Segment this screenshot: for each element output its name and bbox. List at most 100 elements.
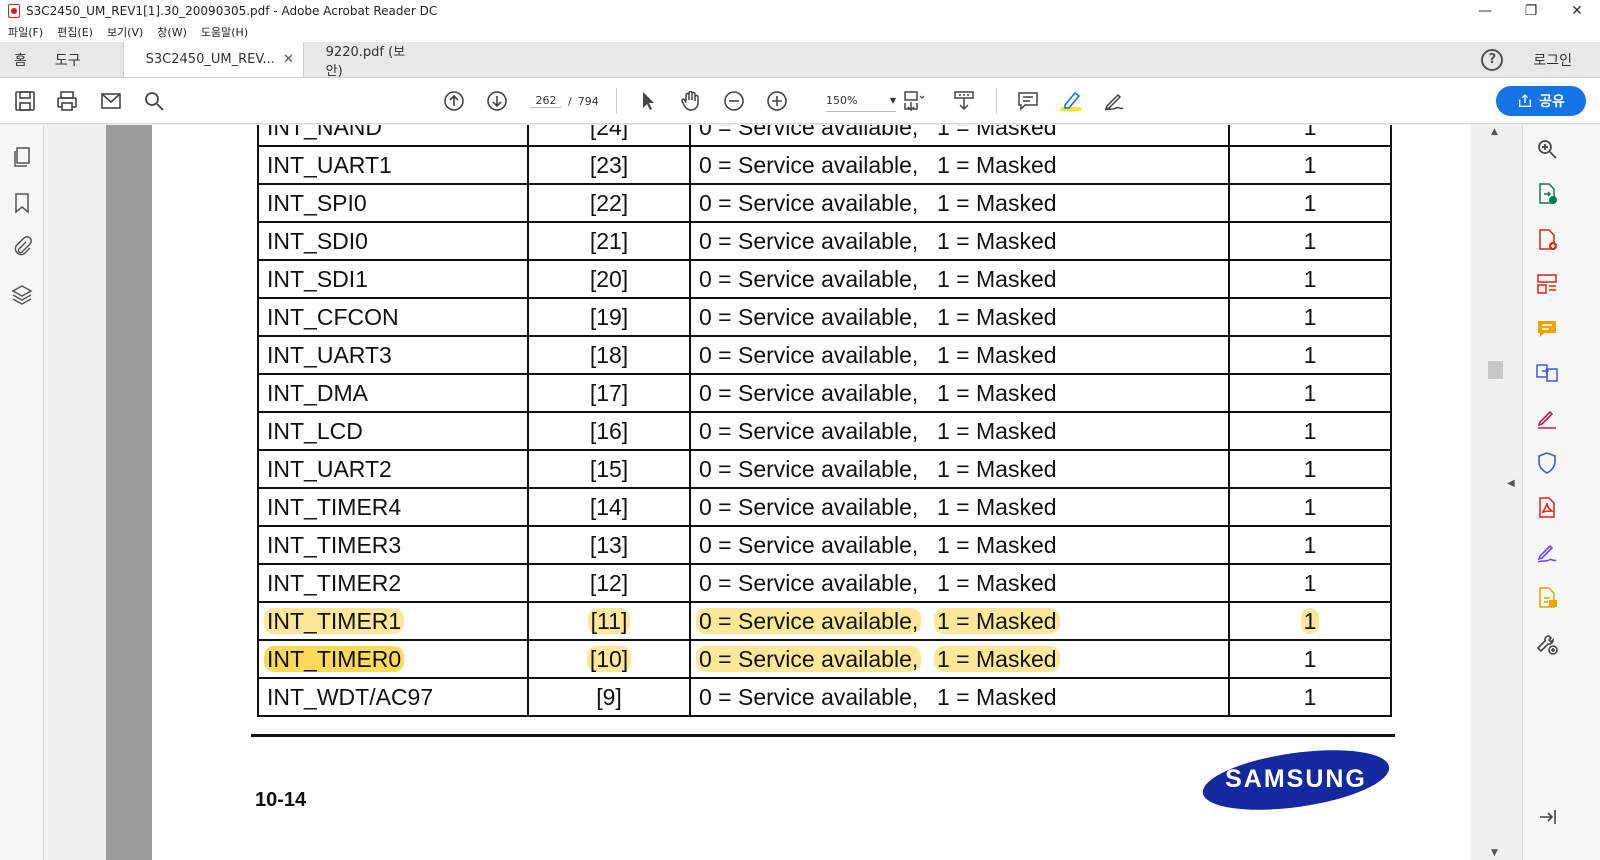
table-cell-interrupt-name: INT_SDI1	[257, 259, 529, 299]
table-cell-interrupt-name: INT_DMA	[257, 373, 529, 413]
collapse-tools-pane-icon[interactable]	[1535, 805, 1559, 829]
masked-text: 1 = Masked	[937, 683, 1057, 710]
zoom-in-icon[interactable]	[764, 88, 790, 114]
interrupt-name-text: INT_UART1	[267, 151, 392, 178]
interrupt-name-text: INT_TIMER2	[267, 569, 402, 596]
title-bar: S3C2450_UM_REV1[1].30_20090305.pdf - Ado…	[0, 0, 1600, 22]
masked-text: 1 = Masked	[937, 455, 1057, 482]
scroll-down-icon[interactable]: ▼	[1491, 848, 1498, 858]
interrupt-name-text: INT_TIMER3	[267, 531, 402, 558]
layers-icon[interactable]	[10, 283, 34, 307]
bookmark-icon[interactable]	[10, 191, 34, 215]
help-icon[interactable]: ?	[1481, 48, 1504, 71]
reset-value-text: 1	[1303, 493, 1317, 520]
email-icon[interactable]	[98, 88, 124, 114]
attachment-icon[interactable]	[10, 235, 34, 259]
comment-tool-icon[interactable]	[1535, 317, 1559, 341]
table-cell-bit-position: [10]	[527, 639, 691, 679]
vertical-scrollbar[interactable]: ▲ ▼	[1487, 125, 1504, 860]
fit-page-icon[interactable]	[900, 88, 926, 114]
minimize-button[interactable]: —	[1462, 0, 1508, 22]
reset-value-text: 1	[1303, 569, 1317, 596]
tab-close-icon[interactable]: ✕	[283, 52, 294, 67]
bit-position-text: [22]	[589, 189, 629, 216]
scrollbar-thumb[interactable]	[1488, 361, 1503, 379]
menu-window[interactable]: 창(W)	[157, 24, 187, 40]
export-pdf-icon[interactable]	[1535, 182, 1559, 206]
menu-help[interactable]: 도움말(H)	[201, 24, 248, 40]
close-button[interactable]: ✕	[1554, 0, 1600, 22]
hand-tool-icon[interactable]	[678, 88, 704, 114]
combine-files-icon[interactable]	[1535, 361, 1559, 385]
share-icon	[1519, 94, 1532, 107]
masked-text: 1 = Masked	[934, 607, 1060, 634]
zoom-search-icon[interactable]	[1535, 137, 1559, 161]
comment-icon[interactable]	[1015, 88, 1041, 114]
service-available-label: 0 = Service available,	[699, 125, 919, 140]
table-cell-reset-value: 1	[1228, 601, 1392, 641]
menu-edit[interactable]: 편집(E)	[57, 24, 93, 40]
table-cell-interrupt-name: INT_NAND	[257, 125, 529, 147]
table-cell-interrupt-name: INT_TIMER1	[257, 601, 529, 641]
scrolling-mode-icon[interactable]	[951, 88, 977, 114]
print-icon[interactable]	[54, 88, 80, 114]
request-signature-icon[interactable]	[1535, 541, 1559, 565]
fill-sign-icon[interactable]	[1535, 407, 1559, 431]
table-cell-interrupt-name: INT_UART1	[257, 145, 529, 185]
masked-text: 1 = Masked	[934, 645, 1060, 672]
highlight-pen-icon[interactable]	[1058, 88, 1084, 114]
tab-tools[interactable]: 도구	[41, 42, 95, 77]
tab-active-document[interactable]: S3C2450_UM_REV... ✕	[122, 42, 303, 77]
tab-other-document-label: 9220.pdf (보안)	[325, 44, 406, 79]
service-available-text: 0 = Service available,	[699, 152, 937, 179]
current-page-input[interactable]: 262	[530, 94, 562, 108]
menu-file[interactable]: 파일(F)	[8, 24, 43, 40]
select-cursor-icon[interactable]	[635, 88, 661, 114]
table-cell-reset-value: 1	[1228, 525, 1392, 565]
create-pdf-icon[interactable]	[1535, 228, 1559, 252]
previous-page-icon[interactable]	[441, 88, 467, 114]
bit-position-text: [12]	[589, 569, 629, 596]
protect-shield-icon[interactable]	[1535, 451, 1559, 475]
tab-home[interactable]: 홈	[0, 42, 41, 77]
service-available-text: 0 = Service available,	[699, 266, 937, 293]
menu-view[interactable]: 보기(V)	[107, 24, 143, 40]
masked-text: 1 = Masked	[937, 189, 1057, 216]
interrupt-name-text: INT_TIMER0	[264, 645, 405, 672]
table-cell-description: 0 = Service available, 1 = Masked	[689, 525, 1230, 565]
table-row: INT_SDI1 [20] 0 = Service available, 1 = Ma…	[257, 259, 1392, 299]
toolbar-divider	[996, 88, 997, 114]
masked-text: 1 = Masked	[937, 493, 1057, 520]
service-available-label: 0 = Service available,	[699, 379, 919, 406]
table-row: INT_CFCON [19] 0 = Service available, 1 = M…	[257, 297, 1392, 337]
send-for-comments-icon[interactable]	[1535, 586, 1559, 610]
zoom-select[interactable]: 150% ▼	[826, 90, 896, 112]
page-thumbnails-icon[interactable]	[10, 145, 34, 169]
sign-pen-icon[interactable]	[1101, 88, 1127, 114]
next-page-icon[interactable]	[484, 88, 510, 114]
scroll-up-icon[interactable]: ▲	[1491, 127, 1498, 137]
login-link[interactable]: 로그인	[1533, 50, 1572, 70]
share-button[interactable]: 공유	[1496, 86, 1586, 116]
table-cell-description: 0 = Service available, 1 = Masked	[689, 297, 1230, 337]
table-cell-interrupt-name: INT_UART3	[257, 335, 529, 375]
zoom-value: 150%	[826, 94, 858, 107]
reset-value-text: 1	[1303, 417, 1317, 444]
zoom-out-icon[interactable]	[721, 88, 747, 114]
table-cell-reset-value: 1	[1228, 411, 1392, 451]
service-available-text: 0 = Service available,	[696, 607, 937, 635]
maximize-button[interactable]: ❐	[1508, 0, 1554, 22]
bit-position-text: [15]	[589, 455, 629, 482]
table-row: INT_WDT/AC97 [9] 0 = Service available, 1 =…	[257, 677, 1392, 717]
collapse-right-pane-icon[interactable]: ◀	[1507, 478, 1515, 489]
interrupt-name-text: INT_NAND	[267, 125, 383, 140]
acrobat-pdf-tool-icon[interactable]	[1535, 496, 1559, 520]
tab-right-area: ? 로그인	[1481, 42, 1600, 77]
search-icon[interactable]	[141, 88, 167, 114]
service-available-text: 0 = Service available,	[699, 342, 937, 369]
tab-other-document[interactable]: 9220.pdf (보안)	[302, 42, 433, 79]
masked-text: 1 = Masked	[937, 125, 1057, 140]
more-tools-icon[interactable]	[1535, 632, 1559, 656]
save-icon[interactable]	[12, 88, 38, 114]
organize-pages-icon[interactable]	[1535, 272, 1559, 296]
